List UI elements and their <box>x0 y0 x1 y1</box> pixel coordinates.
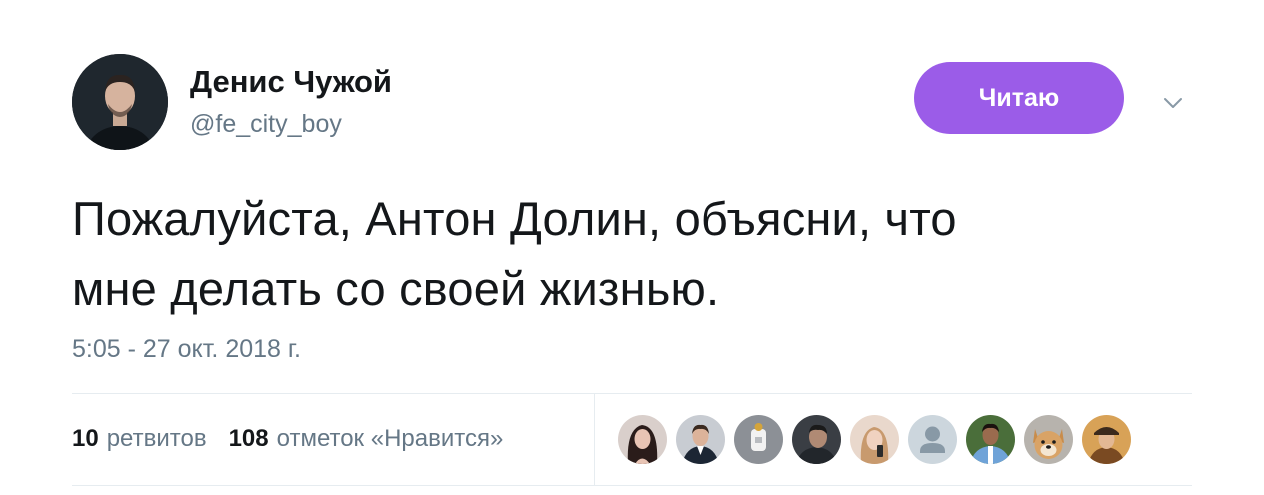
avatar-woman-light-icon <box>850 415 899 464</box>
avatar-woman-dark-hair-icon <box>618 415 667 464</box>
avatar-gray-illustration-icon <box>734 415 783 464</box>
liker-avatar[interactable] <box>676 415 725 464</box>
chevron-down-icon[interactable] <box>1162 92 1184 114</box>
avatar-man-hat-icon <box>1082 415 1131 464</box>
liker-avatar[interactable] <box>792 415 841 464</box>
likes-stat[interactable]: 108 отметок «Нравится» <box>229 425 504 453</box>
avatar-dog-icon <box>1024 415 1073 464</box>
liker-avatar[interactable] <box>618 415 667 464</box>
author-avatar[interactable] <box>72 54 168 150</box>
tweet-text: Пожалуйста, Антон Долин, объясни, что мн… <box>72 184 1192 324</box>
tweet-stats: 10 ретвитов 108 отметок «Нравится» <box>72 425 503 453</box>
likes-label: отметок «Нравится» <box>276 425 504 452</box>
author-avatar-image <box>72 54 168 150</box>
liker-avatar[interactable] <box>1082 415 1131 464</box>
liker-avatar[interactable] <box>908 415 957 464</box>
tweet-text-line: мне делать со своей жизнью. <box>72 262 720 315</box>
divider <box>72 393 1192 394</box>
likes-count: 108 <box>228 425 269 452</box>
retweets-label: ретвитов <box>106 425 207 452</box>
tweet-text-line: Пожалуйста, Антон Долин, объясни, что <box>72 192 957 245</box>
avatar-football-player-icon <box>966 415 1015 464</box>
avatar-default-silhouette-icon <box>908 415 957 464</box>
liker-avatars <box>618 415 1131 464</box>
retweets-count: 10 <box>72 425 99 452</box>
divider <box>72 485 1192 486</box>
liker-avatar[interactable] <box>966 415 1015 464</box>
author-display-name[interactable]: Денис Чужой <box>190 64 392 100</box>
liker-avatar[interactable] <box>1024 415 1073 464</box>
tweet-card: Денис Чужой @fe_city_boy Читаю Пожалуйст… <box>0 0 1264 495</box>
divider <box>594 394 595 485</box>
retweets-stat[interactable]: 10 ретвитов <box>72 425 207 453</box>
tweet-timestamp[interactable]: 5:05 - 27 окт. 2018 г. <box>72 335 301 364</box>
avatar-man-suit-icon <box>676 415 725 464</box>
liker-avatar[interactable] <box>850 415 899 464</box>
avatar-man-dark-icon <box>792 415 841 464</box>
liker-avatar[interactable] <box>734 415 783 464</box>
author-handle[interactable]: @fe_city_boy <box>190 110 342 139</box>
following-button[interactable]: Читаю <box>914 62 1124 134</box>
